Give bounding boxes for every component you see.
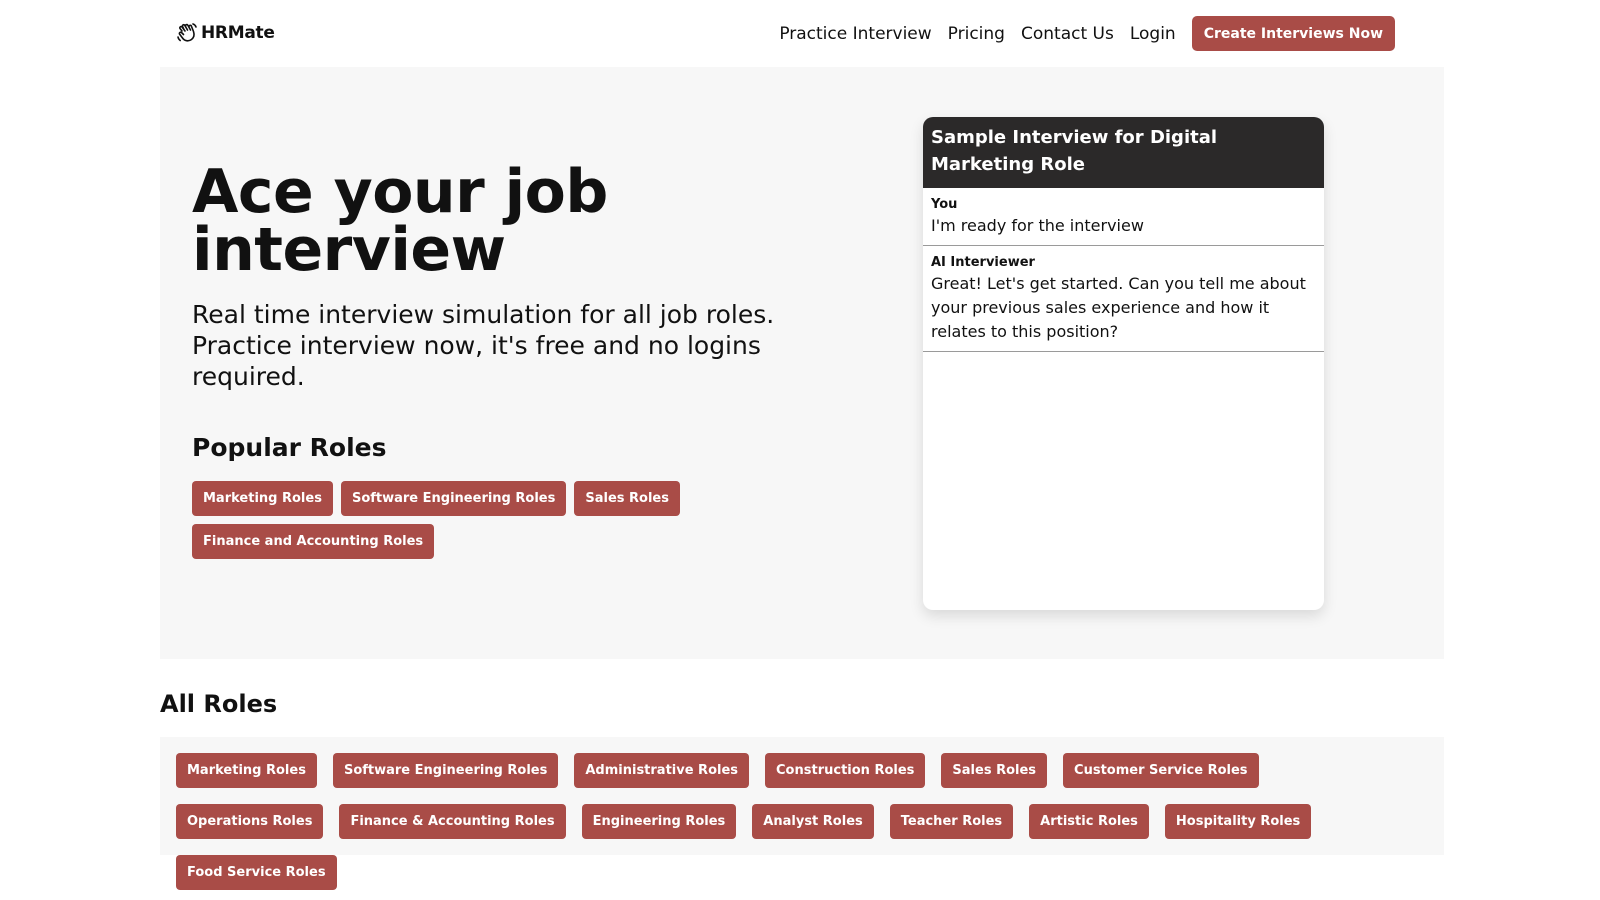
site-header: HRMate Practice Interview Pricing Contac… [0, 0, 1600, 66]
role-operations[interactable]: Operations Roles [176, 804, 324, 839]
logo[interactable]: HRMate [176, 22, 275, 44]
role-marketing[interactable]: Marketing Roles [176, 753, 317, 788]
popular-role-software-engineering[interactable]: Software Engineering Roles [340, 481, 567, 516]
all-roles-section: Marketing Roles Software Engineering Rol… [160, 737, 1444, 890]
all-roles-list: Marketing Roles Software Engineering Rol… [176, 753, 1428, 900]
role-construction[interactable]: Construction Roles [765, 753, 926, 788]
nav-pricing[interactable]: Pricing [948, 17, 1005, 51]
nav-contact-us[interactable]: Contact Us [1021, 17, 1114, 51]
sample-interview-title: Sample Interview for Digital Marketing R… [923, 117, 1324, 188]
nav-practice-interview[interactable]: Practice Interview [779, 17, 931, 51]
sample-interview-card: Sample Interview for Digital Marketing R… [923, 117, 1324, 610]
create-interviews-button[interactable]: Create Interviews Now [1191, 16, 1395, 51]
popular-roles-list: Marketing Roles Software Engineering Rol… [192, 481, 692, 567]
hero-title: Ace your job interview [192, 157, 608, 285]
hero-subtitle: Real time interview simulation for all j… [192, 300, 775, 391]
hero-section: Ace your job interview Real time intervi… [160, 67, 1444, 659]
role-food-service[interactable]: Food Service Roles [176, 855, 337, 890]
all-roles-title: All Roles [160, 690, 278, 718]
chat-message-ai: AI Interviewer Great! Let's get started.… [923, 246, 1324, 352]
popular-roles-title: Popular Roles [192, 433, 387, 462]
message-text: Great! Let's get started. Can you tell m… [931, 274, 1306, 341]
role-artistic[interactable]: Artistic Roles [1029, 804, 1149, 839]
main-nav: Practice Interview Pricing Contact Us Lo… [779, 16, 1395, 51]
role-administrative[interactable]: Administrative Roles [574, 753, 750, 788]
popular-role-marketing[interactable]: Marketing Roles [192, 481, 333, 516]
role-teacher[interactable]: Teacher Roles [889, 804, 1014, 839]
nav-login[interactable]: Login [1130, 17, 1176, 51]
role-analyst[interactable]: Analyst Roles [752, 804, 874, 839]
message-text: I'm ready for the interview [931, 216, 1144, 235]
role-finance-accounting[interactable]: Finance & Accounting Roles [339, 804, 566, 839]
role-software-engineering[interactable]: Software Engineering Roles [332, 753, 559, 788]
popular-role-sales[interactable]: Sales Roles [574, 481, 680, 516]
popular-role-finance-accounting[interactable]: Finance and Accounting Roles [192, 524, 435, 559]
message-sender: AI Interviewer [931, 255, 1035, 270]
chat-message-user: You I'm ready for the interview [923, 188, 1324, 246]
role-sales[interactable]: Sales Roles [941, 753, 1048, 788]
role-hospitality[interactable]: Hospitality Roles [1164, 804, 1312, 839]
hand-wave-icon [176, 22, 198, 44]
logo-text: HRMate [201, 23, 275, 43]
role-customer-service[interactable]: Customer Service Roles [1063, 753, 1259, 788]
role-engineering[interactable]: Engineering Roles [581, 804, 737, 839]
message-sender: You [931, 197, 958, 212]
